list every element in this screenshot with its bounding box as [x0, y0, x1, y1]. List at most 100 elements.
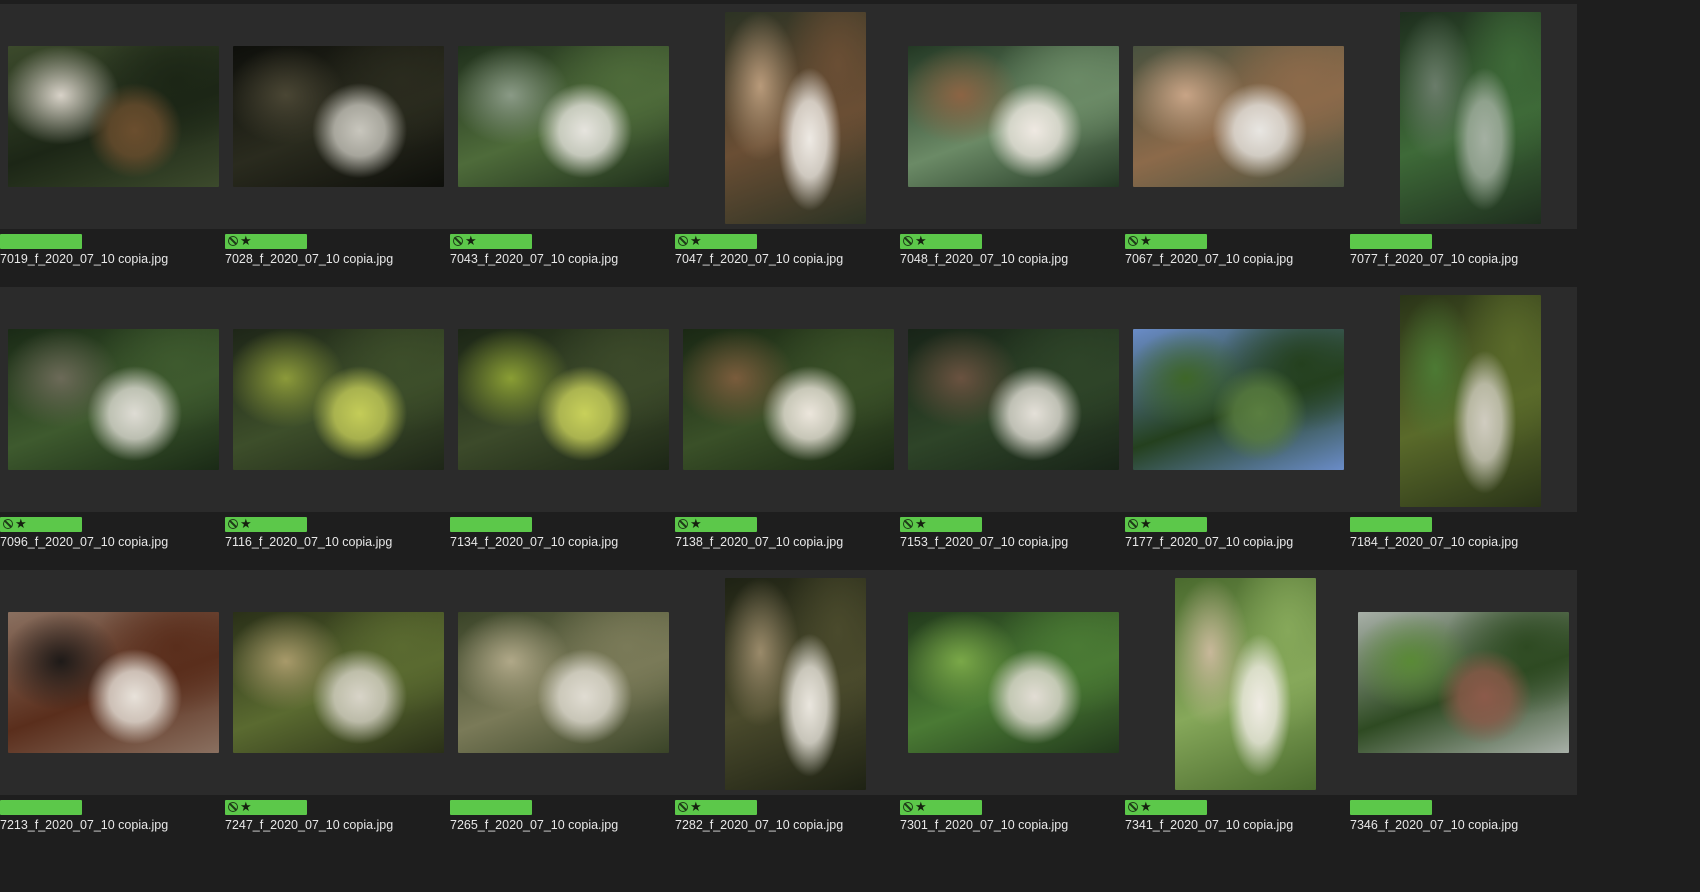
star-icon[interactable]: ★ [690, 799, 702, 815]
thumbnail-card[interactable] [450, 287, 677, 512]
thumbnail-cell[interactable]: ★ 7043_f_2020_07_10 copia.jpg [450, 0, 686, 300]
color-label-green[interactable]: ★ [900, 516, 982, 532]
color-label-green[interactable] [1350, 234, 1432, 249]
thumbnail-card[interactable] [450, 570, 677, 795]
star-icon[interactable]: ★ [1140, 799, 1152, 815]
color-label-green[interactable]: ★ [900, 233, 982, 249]
thumbnail-card[interactable] [225, 4, 452, 229]
photo-thumbnail[interactable] [908, 329, 1119, 470]
photo-thumbnail[interactable] [725, 578, 866, 790]
star-icon[interactable]: ★ [240, 799, 252, 815]
thumbnail-card[interactable] [1125, 570, 1352, 795]
reject-circle-icon[interactable] [1128, 802, 1138, 812]
photo-thumbnail[interactable] [1358, 612, 1569, 753]
photo-thumbnail[interactable] [1133, 329, 1344, 470]
photo-thumbnail[interactable] [1133, 46, 1344, 187]
photo-thumbnail[interactable] [233, 46, 444, 187]
photo-thumbnail[interactable] [1400, 295, 1541, 507]
star-icon[interactable]: ★ [15, 516, 27, 532]
thumbnail-cell[interactable]: ★ 7153_f_2020_07_10 copia.jpg [900, 283, 1136, 583]
thumbnail-card[interactable] [0, 287, 227, 512]
photo-thumbnail[interactable] [725, 12, 866, 224]
thumbnail-card[interactable] [675, 570, 902, 795]
photo-thumbnail[interactable] [8, 329, 219, 470]
color-label-green[interactable]: ★ [1125, 516, 1207, 532]
reject-circle-icon[interactable] [228, 236, 238, 246]
thumbnail-card[interactable] [1350, 4, 1577, 229]
reject-circle-icon[interactable] [903, 236, 913, 246]
photo-thumbnail[interactable] [908, 46, 1119, 187]
photo-thumbnail[interactable] [908, 612, 1119, 753]
reject-circle-icon[interactable] [678, 519, 688, 529]
thumbnail-card[interactable] [0, 4, 227, 229]
color-label-green[interactable]: ★ [450, 233, 532, 249]
reject-circle-icon[interactable] [1128, 236, 1138, 246]
thumbnail-cell[interactable]: 7346_f_2020_07_10 copia.jpg [1350, 566, 1586, 866]
thumbnail-cell[interactable]: ★ 7341_f_2020_07_10 copia.jpg [1125, 566, 1361, 866]
color-label-green[interactable]: ★ [675, 799, 757, 815]
thumbnail-cell[interactable]: ★ 7247_f_2020_07_10 copia.jpg [225, 566, 461, 866]
star-icon[interactable]: ★ [465, 233, 477, 249]
thumbnail-cell[interactable]: ★ 7047_f_2020_07_10 copia.jpg [675, 0, 911, 300]
photo-thumbnail[interactable] [8, 612, 219, 753]
thumbnail-cell[interactable]: ★ 7116_f_2020_07_10 copia.jpg [225, 283, 461, 583]
color-label-green[interactable]: ★ [0, 516, 82, 532]
thumbnail-card[interactable] [900, 287, 1127, 512]
thumbnail-cell[interactable]: 7077_f_2020_07_10 copia.jpg [1350, 0, 1586, 300]
star-icon[interactable]: ★ [240, 516, 252, 532]
thumbnail-card[interactable] [675, 4, 902, 229]
thumbnail-cell[interactable]: ★ 7096_f_2020_07_10 copia.jpg [0, 283, 236, 583]
color-label-green[interactable]: ★ [900, 799, 982, 815]
thumbnail-card[interactable] [1125, 4, 1352, 229]
thumbnail-card[interactable] [1350, 287, 1577, 512]
color-label-green[interactable]: ★ [1125, 799, 1207, 815]
color-label-green[interactable]: ★ [1125, 233, 1207, 249]
thumbnail-card[interactable] [225, 570, 452, 795]
color-label-green[interactable] [0, 800, 82, 815]
reject-circle-icon[interactable] [1128, 519, 1138, 529]
photo-thumbnail[interactable] [458, 612, 669, 753]
star-icon[interactable]: ★ [240, 233, 252, 249]
thumbnail-card[interactable] [1350, 570, 1577, 795]
thumbnail-card[interactable] [900, 4, 1127, 229]
star-icon[interactable]: ★ [915, 516, 927, 532]
color-label-green[interactable] [1350, 800, 1432, 815]
thumbnail-card[interactable] [450, 4, 677, 229]
color-label-green[interactable] [450, 800, 532, 815]
thumbnail-card[interactable] [225, 287, 452, 512]
reject-circle-icon[interactable] [3, 519, 13, 529]
photo-thumbnail[interactable] [1400, 12, 1541, 224]
star-icon[interactable]: ★ [690, 516, 702, 532]
reject-circle-icon[interactable] [228, 519, 238, 529]
star-icon[interactable]: ★ [690, 233, 702, 249]
color-label-green[interactable]: ★ [225, 516, 307, 532]
thumbnail-card[interactable] [900, 570, 1127, 795]
reject-circle-icon[interactable] [903, 802, 913, 812]
photo-thumbnail[interactable] [233, 612, 444, 753]
color-label-green[interactable] [1350, 517, 1432, 532]
reject-circle-icon[interactable] [678, 236, 688, 246]
photo-thumbnail[interactable] [458, 46, 669, 187]
reject-circle-icon[interactable] [678, 802, 688, 812]
reject-circle-icon[interactable] [453, 236, 463, 246]
thumbnail-cell[interactable]: 7019_f_2020_07_10 copia.jpg [0, 0, 236, 300]
color-label-green[interactable] [0, 234, 82, 249]
thumbnail-cell[interactable]: ★ 7067_f_2020_07_10 copia.jpg [1125, 0, 1361, 300]
thumbnail-cell[interactable]: 7184_f_2020_07_10 copia.jpg [1350, 283, 1586, 583]
thumbnail-card[interactable] [0, 570, 227, 795]
star-icon[interactable]: ★ [915, 799, 927, 815]
thumbnail-cell[interactable]: ★ 7301_f_2020_07_10 copia.jpg [900, 566, 1136, 866]
thumbnail-cell[interactable]: 7134_f_2020_07_10 copia.jpg [450, 283, 686, 583]
thumbnail-cell[interactable]: 7265_f_2020_07_10 copia.jpg [450, 566, 686, 866]
color-label-green[interactable]: ★ [675, 233, 757, 249]
photo-thumbnail[interactable] [8, 46, 219, 187]
star-icon[interactable]: ★ [1140, 233, 1152, 249]
color-label-green[interactable]: ★ [225, 233, 307, 249]
photo-thumbnail[interactable] [458, 329, 669, 470]
thumbnail-cell[interactable]: ★ 7177_f_2020_07_10 copia.jpg [1125, 283, 1361, 583]
reject-circle-icon[interactable] [228, 802, 238, 812]
thumbnail-cell[interactable]: ★ 7282_f_2020_07_10 copia.jpg [675, 566, 911, 866]
photo-thumbnail[interactable] [1175, 578, 1316, 790]
color-label-green[interactable] [450, 517, 532, 532]
star-icon[interactable]: ★ [1140, 516, 1152, 532]
